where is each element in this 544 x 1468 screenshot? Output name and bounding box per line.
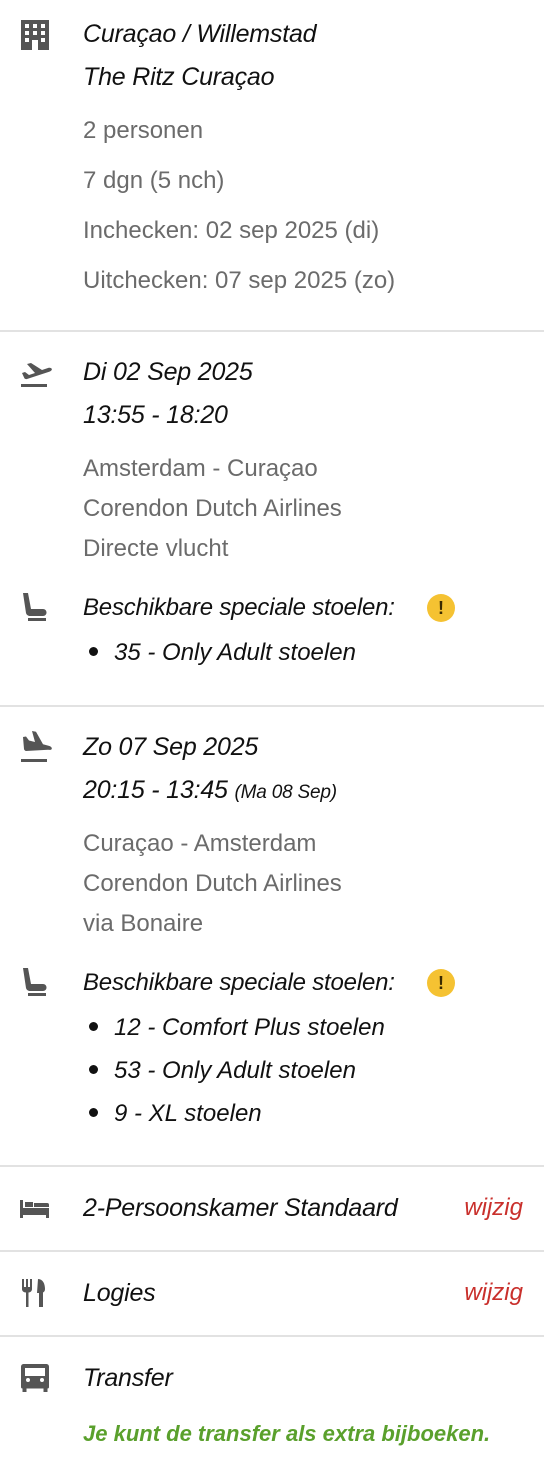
list-item: 9 - XL stoelen — [89, 1100, 262, 1128]
seat-option: 53 - Only Adult stoelen — [114, 1057, 356, 1084]
board-edit-link[interactable]: wijzig — [464, 1279, 523, 1307]
divider — [0, 1335, 544, 1337]
outbound-airline: Corendon Dutch Airlines — [83, 495, 342, 522]
bullet-dot — [89, 1108, 98, 1118]
hotel-name: The Ritz Curaçao — [83, 63, 275, 91]
divider — [0, 1250, 544, 1252]
room-label: 2-Persoonskamer Standaard — [83, 1194, 398, 1222]
divider — [0, 330, 544, 332]
bus-icon — [18, 1361, 52, 1395]
outbound-time: 13:55 - 18:20 — [83, 401, 228, 429]
seat-icon — [18, 965, 52, 999]
plane-departure-icon — [18, 356, 52, 390]
return-arrival-note: (Ma 08 Sep) — [234, 782, 338, 803]
warning-icon[interactable]: ! — [427, 969, 455, 997]
return-route: Curaçao - Amsterdam — [83, 830, 317, 857]
plane-arrival-icon — [18, 731, 52, 765]
list-item: 12 - Comfort Plus stoelen — [89, 1014, 385, 1042]
bullet-dot — [89, 647, 98, 657]
hotel-checkout: Uitchecken: 07 sep 2025 (zo) — [83, 267, 396, 294]
outbound-date: Di 02 Sep 2025 — [83, 358, 253, 386]
bed-icon — [18, 1191, 52, 1225]
warning-icon[interactable]: ! — [427, 594, 455, 622]
seat-icon — [18, 590, 52, 624]
seat-option: 9 - XL stoelen — [114, 1100, 262, 1127]
list-item: 53 - Only Adult stoelen — [89, 1057, 356, 1085]
hotel-checkin: Inchecken: 02 sep 2025 (di) — [83, 217, 380, 244]
return-time-row: 20:15 - 13:45 (Ma 08 Sep) — [83, 776, 337, 805]
outbound-route: Amsterdam - Curaçao — [83, 455, 318, 482]
list-item: 35 - Only Adult stoelen — [89, 639, 356, 667]
return-seats-title: Beschikbare speciale stoelen: — [83, 969, 395, 996]
seat-option: 12 - Comfort Plus stoelen — [114, 1014, 385, 1041]
fork-knife-icon — [18, 1276, 52, 1310]
return-airline: Corendon Dutch Airlines — [83, 870, 342, 897]
hotel-location: Curaçao / Willemstad — [83, 20, 317, 48]
outbound-seats-title: Beschikbare speciale stoelen: — [83, 594, 395, 621]
return-time: 20:15 - 13:45 — [83, 776, 228, 804]
building-icon — [18, 18, 52, 52]
return-stops: via Bonaire — [83, 910, 204, 937]
hotel-duration: 7 dgn (5 nch) — [83, 167, 225, 194]
divider — [0, 705, 544, 707]
transfer-note: Je kunt de transfer als extra bijboeken. — [83, 1421, 491, 1446]
return-date: Zo 07 Sep 2025 — [83, 733, 259, 761]
room-edit-link[interactable]: wijzig — [464, 1194, 523, 1222]
bullet-dot — [89, 1065, 98, 1075]
bullet-dot — [89, 1022, 98, 1032]
seat-option: 35 - Only Adult stoelen — [114, 639, 356, 666]
hotel-persons: 2 personen — [83, 117, 204, 144]
outbound-stops: Directe vlucht — [83, 535, 229, 562]
divider — [0, 1165, 544, 1167]
transfer-label: Transfer — [83, 1364, 173, 1392]
board-label: Logies — [83, 1279, 156, 1307]
